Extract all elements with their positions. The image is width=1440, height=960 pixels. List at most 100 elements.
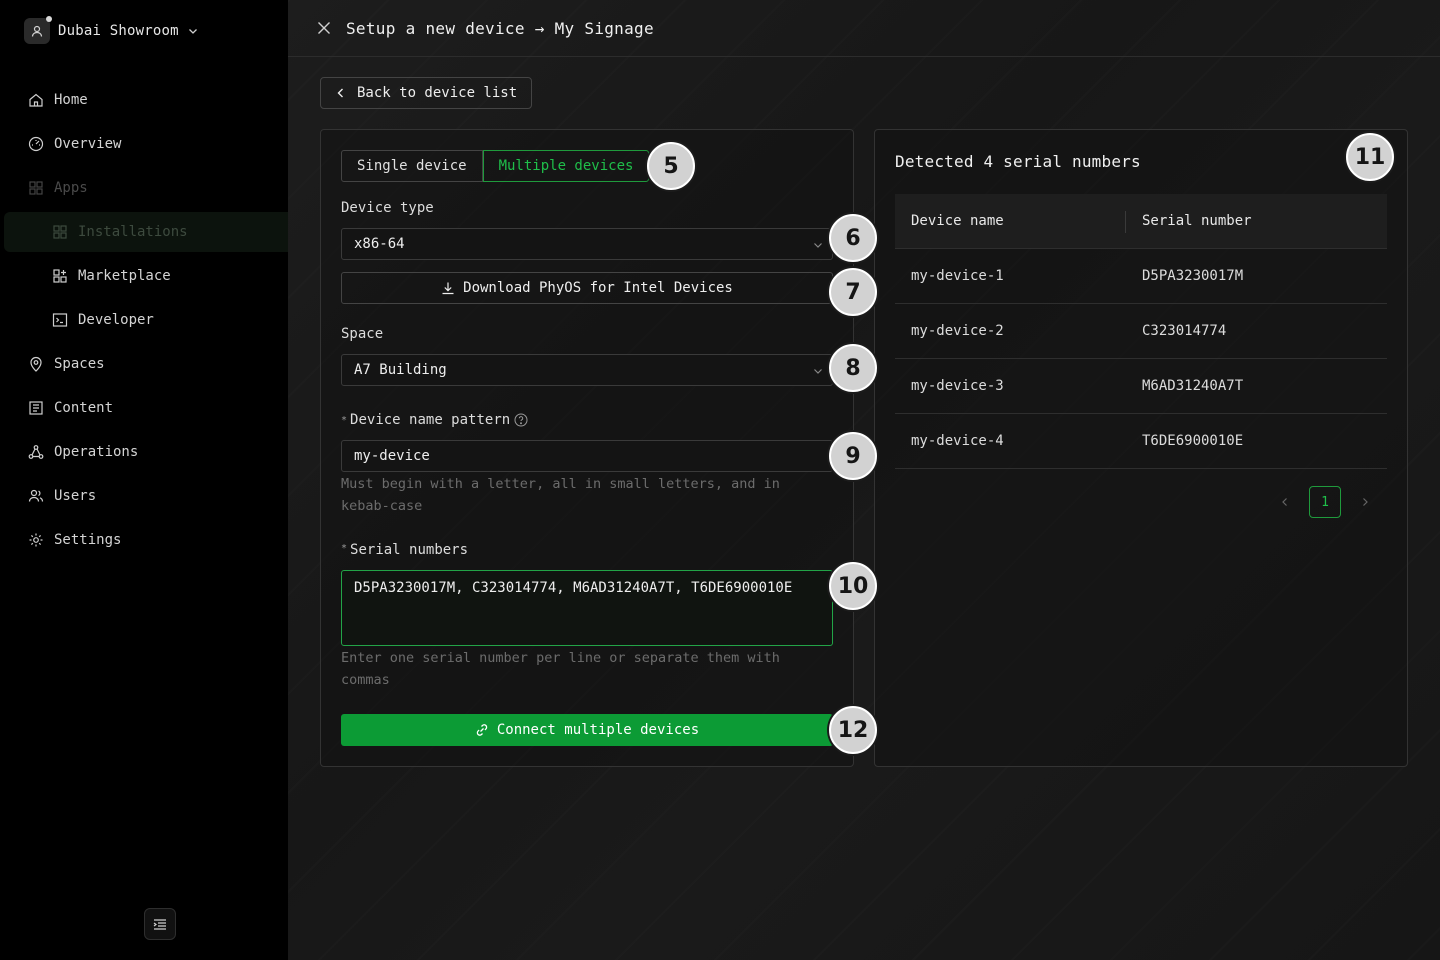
chevron-left-icon xyxy=(337,88,343,98)
device-name-pattern-label-text: Device name pattern xyxy=(350,412,511,428)
table-row: my-device-4 T6DE6900010E xyxy=(895,414,1387,469)
operations-icon xyxy=(28,445,44,459)
device-type-select[interactable]: x86-64 xyxy=(341,228,833,260)
serial-numbers-textarea[interactable]: D5PA3230017M, C323014774, M6AD31240A7T, … xyxy=(341,570,833,646)
sidebar-item-installations[interactable]: Installations xyxy=(4,212,288,252)
annotation-badge-11: 11 xyxy=(1346,133,1394,181)
cell-serial-number: M6AD31240A7T xyxy=(1142,378,1244,394)
annotation-badge-5: 5 xyxy=(647,142,695,190)
users-icon xyxy=(28,489,44,502)
connect-button-label: Connect multiple devices xyxy=(496,722,700,738)
space-select[interactable]: A7 Building xyxy=(341,354,833,386)
chevron-down-icon xyxy=(188,29,197,34)
sidebar-item-home[interactable]: Home xyxy=(0,78,288,122)
table-row: my-device-3 M6AD31240A7T xyxy=(895,359,1387,414)
detected-serials-panel: Detected 4 serial numbers Device name Se… xyxy=(874,129,1408,767)
annotation-badge-9: 9 xyxy=(829,432,877,480)
table-row: my-device-1 D5PA3230017M xyxy=(895,249,1387,304)
serial-numbers-help: Enter one serial number per line or sepa… xyxy=(341,650,780,688)
grid-icon xyxy=(53,225,67,239)
link-icon xyxy=(476,724,488,736)
sidebar-item-users[interactable]: Users xyxy=(0,474,288,518)
gear-icon xyxy=(29,533,43,547)
cell-device-name: my-device-3 xyxy=(911,378,1004,394)
sidebar-item-marketplace[interactable]: Marketplace xyxy=(0,254,288,298)
serial-numbers-label: * Serial numbers xyxy=(341,542,468,558)
download-phyos-button[interactable]: Download PhyOS for Intel Devices xyxy=(341,272,833,304)
help-circle-icon[interactable] xyxy=(514,413,528,427)
sidebar-item-label: Apps xyxy=(54,180,88,196)
device-name-pattern-help: Must begin with a letter, all in small l… xyxy=(341,476,780,514)
device-name-pattern-label: * Device name pattern xyxy=(341,412,528,428)
serial-numbers-label-text: Serial numbers xyxy=(350,542,469,558)
table-row: my-device-2 C323014774 xyxy=(895,304,1387,359)
sidebar-item-label: Overview xyxy=(54,136,122,152)
detected-title: Detected 4 serial numbers xyxy=(895,152,1141,171)
page-number-button[interactable]: 1 xyxy=(1309,486,1341,518)
chevron-down-icon xyxy=(814,243,822,248)
device-name-pattern-input[interactable]: my-device xyxy=(341,440,833,472)
marketplace-icon xyxy=(53,269,67,283)
multiple-devices-tab[interactable]: Multiple devices xyxy=(482,150,650,182)
column-device-name: Device name xyxy=(895,211,1126,233)
close-icon[interactable] xyxy=(316,20,332,36)
connect-multiple-devices-button[interactable]: Connect multiple devices xyxy=(341,714,833,746)
download-icon xyxy=(442,282,454,295)
sidebar-nav: Home Overview Apps Installations Marketp… xyxy=(0,78,288,562)
sidebar-item-developer[interactable]: Developer xyxy=(0,298,288,342)
chevron-right-icon xyxy=(1363,498,1368,506)
sidebar-item-apps[interactable]: Apps xyxy=(0,166,288,210)
cell-device-name: my-device-2 xyxy=(911,323,1004,339)
cell-serial-number: T6DE6900010E xyxy=(1142,433,1244,449)
topbar: Setup a new device → My Signage xyxy=(288,0,1440,57)
annotation-badge-7: 7 xyxy=(829,268,877,316)
sidebar-item-label: Marketplace xyxy=(78,268,171,284)
org-name: Dubai Showroom xyxy=(58,23,179,39)
chevron-down-icon xyxy=(814,369,822,374)
sidebar-item-label: Users xyxy=(54,488,97,504)
cell-device-name: my-device-4 xyxy=(911,433,1004,449)
space-value: A7 Building xyxy=(354,362,447,378)
sidebar-item-label: Content xyxy=(54,400,114,416)
menu-collapse-icon xyxy=(153,919,166,930)
gauge-icon xyxy=(28,136,44,152)
device-setup-form: Single device Multiple devices Device ty… xyxy=(320,129,854,767)
required-mark: * xyxy=(341,414,348,426)
back-to-device-list-button[interactable]: Back to device list xyxy=(320,77,533,109)
sidebar-item-label: Home xyxy=(54,92,88,108)
sidebar-item-label: Settings xyxy=(54,532,122,548)
user-avatar-icon xyxy=(24,16,52,44)
cell-serial-number: C323014774 xyxy=(1142,323,1227,339)
apps-icon xyxy=(29,181,43,195)
next-page-button[interactable] xyxy=(1355,492,1375,512)
org-switcher[interactable]: Dubai Showroom xyxy=(24,16,199,44)
map-pin-icon xyxy=(30,356,42,372)
sidebar-item-label: Spaces xyxy=(54,356,105,372)
home-icon xyxy=(29,93,43,107)
device-type-value: x86-64 xyxy=(354,236,405,252)
sidebar-item-operations[interactable]: Operations xyxy=(0,430,288,474)
collapse-sidebar-button[interactable] xyxy=(144,908,176,940)
sidebar-item-settings[interactable]: Settings xyxy=(0,518,288,562)
sidebar-item-content[interactable]: Content xyxy=(0,386,288,430)
pagination: 1 xyxy=(1275,486,1375,518)
sidebar-item-label: Developer xyxy=(78,312,154,328)
sidebar-item-overview[interactable]: Overview xyxy=(0,122,288,166)
sidebar-item-spaces[interactable]: Spaces xyxy=(0,342,288,386)
terminal-icon xyxy=(52,313,68,327)
sidebar: Dubai Showroom Home Overview Apps Instal… xyxy=(0,0,288,960)
back-button-label: Back to device list xyxy=(357,85,518,101)
single-device-tab[interactable]: Single device xyxy=(341,150,483,182)
content-icon xyxy=(29,401,43,415)
device-mode-toggle: Single device Multiple devices xyxy=(341,150,650,182)
annotation-badge-8: 8 xyxy=(829,344,877,392)
cell-device-name: my-device-1 xyxy=(911,268,1004,284)
sidebar-item-label: Operations xyxy=(54,444,139,460)
prev-page-button[interactable] xyxy=(1275,492,1295,512)
download-button-label: Download PhyOS for Intel Devices xyxy=(463,280,733,296)
annotation-badge-10: 10 xyxy=(829,562,877,610)
device-type-label: Device type xyxy=(341,200,434,216)
main-content: Setup a new device → My Signage Back to … xyxy=(288,0,1440,960)
column-serial-number: Serial number xyxy=(1142,213,1252,229)
table-header: Device name Serial number xyxy=(895,194,1387,249)
